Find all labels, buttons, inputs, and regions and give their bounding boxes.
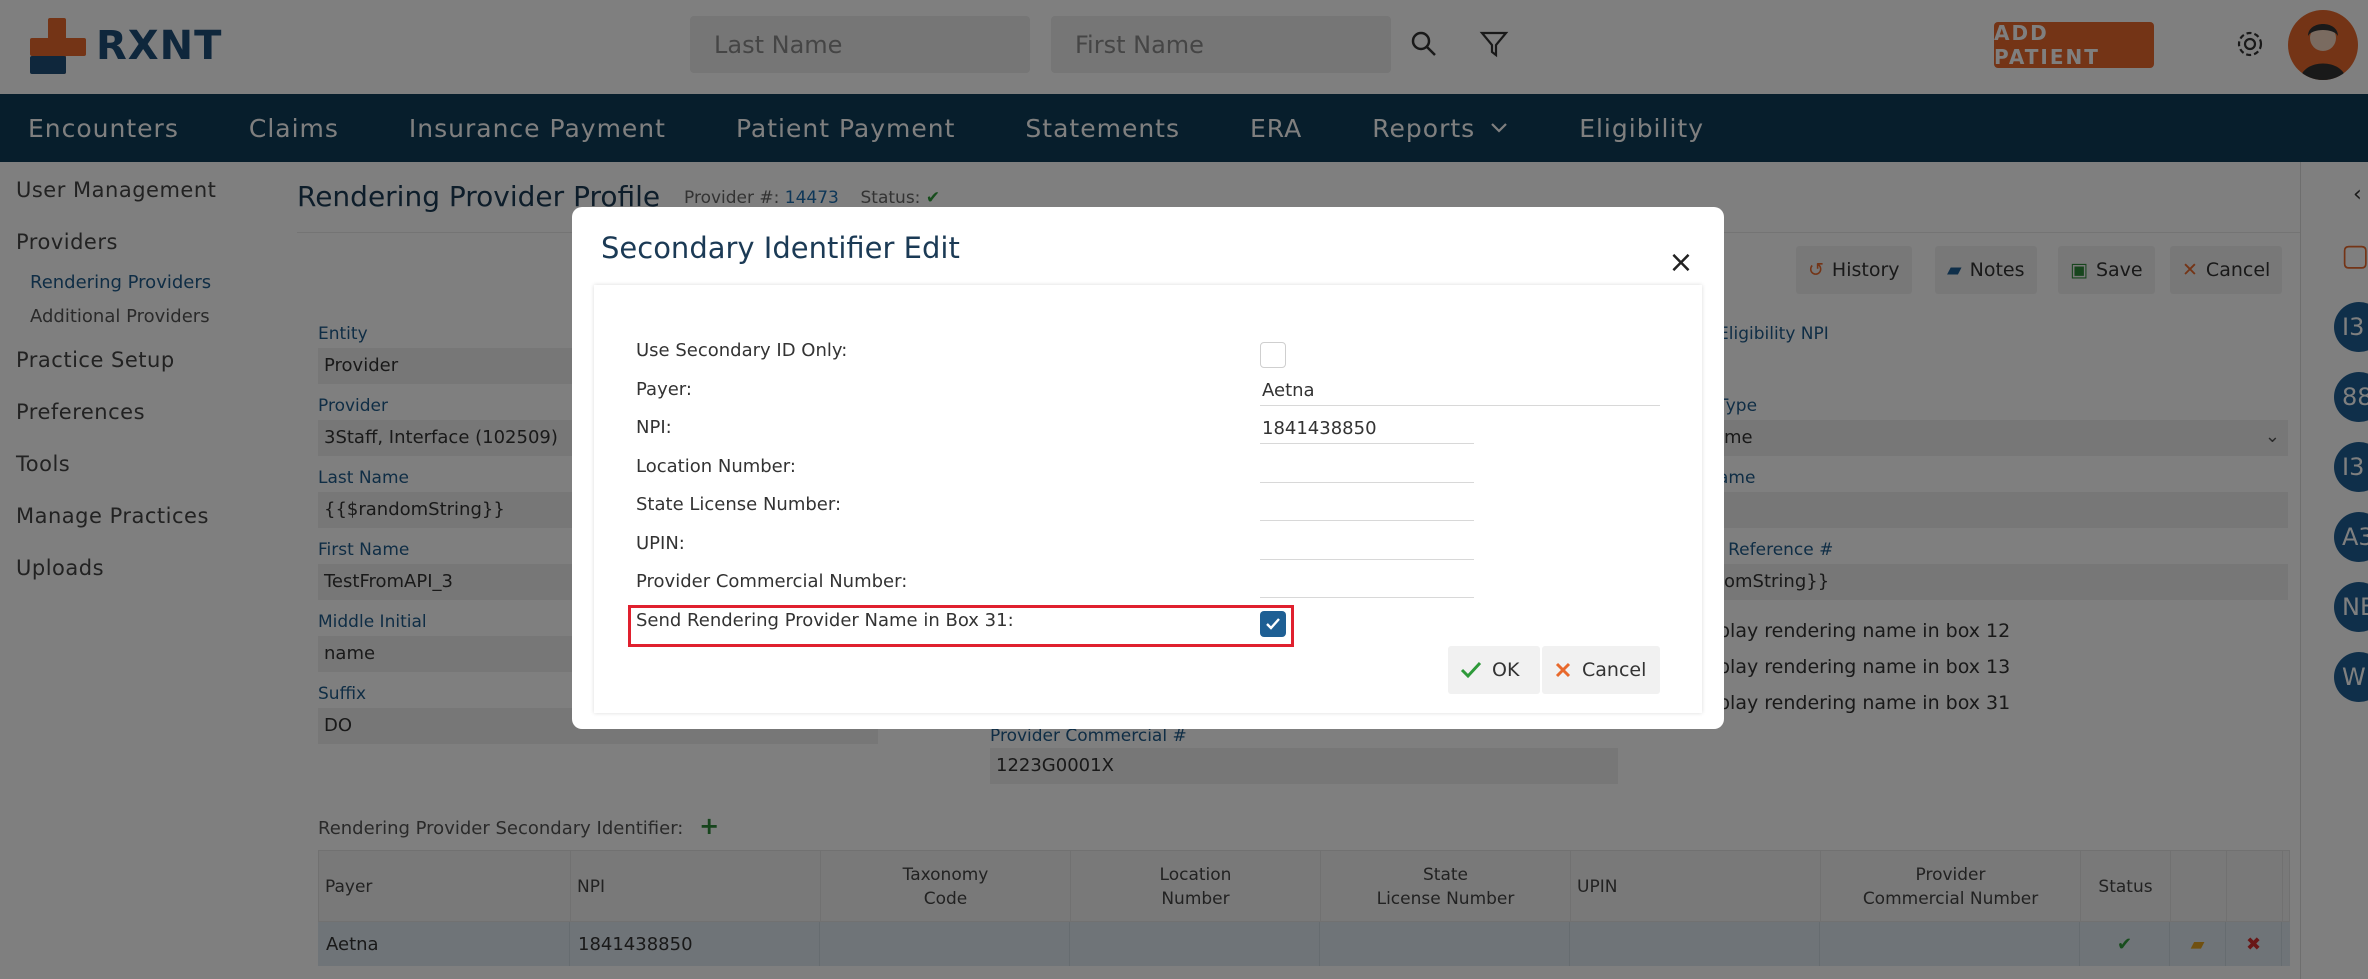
close-icon[interactable]: ×: [1666, 245, 1696, 280]
location-number-label: Location Number:: [636, 456, 796, 477]
provider-commercial-number-label: Provider Commercial Number:: [636, 571, 908, 592]
state-license-field[interactable]: [1260, 489, 1474, 521]
send-rendering-checkbox[interactable]: [1260, 611, 1286, 637]
payer-field[interactable]: Aetna: [1260, 374, 1660, 406]
modal-title: Secondary Identifier Edit: [601, 231, 960, 265]
checkmark-icon: [1266, 618, 1280, 630]
upin-label: UPIN:: [636, 533, 685, 554]
use-secondary-label: Use Secondary ID Only:: [636, 340, 848, 361]
app-root: RXNT Last Name First Name ADD PATIENT En…: [0, 0, 2368, 979]
modal-cancel-button[interactable]: Cancel: [1542, 646, 1660, 694]
upin-field[interactable]: [1260, 528, 1474, 560]
location-number-field[interactable]: [1260, 451, 1474, 483]
npi-field[interactable]: 1841438850: [1260, 412, 1474, 444]
modal-cancel-label: Cancel: [1582, 659, 1647, 681]
x-icon: [1555, 662, 1571, 678]
ok-label: OK: [1492, 659, 1520, 681]
send-rendering-label: Send Rendering Provider Name in Box 31:: [636, 610, 1014, 631]
use-secondary-checkbox[interactable]: [1260, 342, 1286, 368]
payer-label: Payer:: [636, 379, 692, 400]
state-license-label: State License Number:: [636, 494, 842, 515]
ok-button[interactable]: OK: [1448, 646, 1540, 694]
check-icon: [1460, 661, 1482, 679]
provider-commercial-number-field[interactable]: [1260, 566, 1474, 598]
npi-label: NPI:: [636, 417, 672, 438]
